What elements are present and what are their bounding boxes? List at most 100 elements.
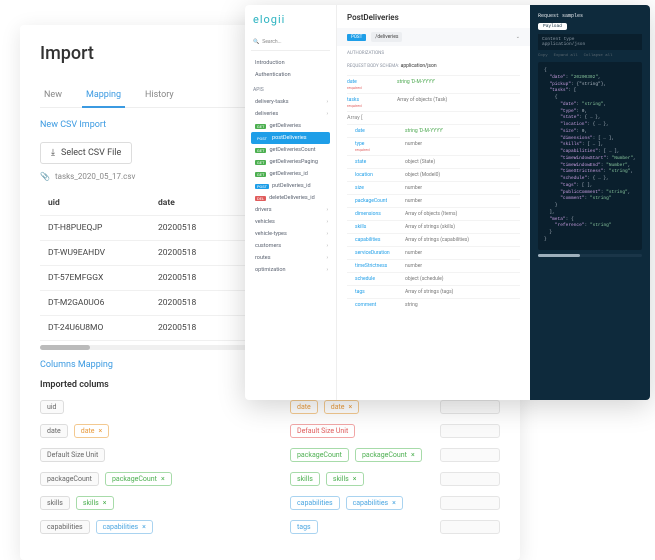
param-type: Array of objects (Items) [405,211,520,217]
tab-mapping[interactable]: Mapping [82,84,125,108]
nav-item-label: putDeliveries_id [272,183,311,189]
nav-authentication[interactable]: Authentication [251,69,330,81]
param-row: sizenumber [347,181,520,194]
nav-item-label: postDeliveries [272,135,307,141]
default-value-input[interactable] [440,520,500,534]
param-type: object (schedule) [405,276,520,282]
mapped-pill[interactable]: packageCount × [105,472,172,486]
param-name: skills [355,224,405,230]
chevron-right-icon: › [326,207,328,213]
nav-item-label: customers [255,243,281,249]
code-actions: Copy Expand all Collapse all [538,54,642,58]
remove-icon[interactable]: × [103,499,107,507]
default-value-input[interactable] [440,424,500,438]
param-name: tags [355,289,405,295]
map-pill[interactable]: Default Size Unit [290,424,355,438]
default-value-input[interactable] [440,400,500,414]
param-name: serviceDuration [355,250,405,256]
map-pill[interactable]: date × [324,400,360,414]
chevron-down-icon[interactable]: ⌄ [516,34,520,40]
param-name: size [355,185,405,191]
param-name: capabilities [355,237,405,243]
remove-icon[interactable]: × [353,475,357,483]
param-row: commentstring [347,298,520,311]
map-pill[interactable]: tags [290,520,318,534]
map-pill[interactable]: skills [290,472,320,486]
api-nav-item[interactable]: POSTputDeliveries_id [251,180,330,192]
api-nav-item[interactable]: vehicles› [251,216,330,228]
column-pill[interactable]: skills [40,496,70,510]
map-pill[interactable]: skills × [326,472,364,486]
column-pill[interactable]: packageCount [40,472,99,486]
select-csv-button[interactable]: ⤓ Select CSV File [40,142,132,164]
code-expand-all[interactable]: Expand all [554,54,578,58]
api-nav-item[interactable]: GETgetDeliveries [251,120,330,132]
nav-item-label: getDeliveries_id [269,171,307,177]
api-nav-item[interactable]: POSTpostDeliveries [251,132,330,144]
column-pill[interactable]: uid [40,400,64,414]
mapped-pill[interactable]: capabilities × [96,520,153,534]
api-nav-item[interactable]: delivery-tasks› [251,96,330,108]
tab-history[interactable]: History [141,84,178,107]
map-pill[interactable]: capabilities × [346,496,403,510]
api-nav-item[interactable]: DELdeleteDeliveries_id [251,192,330,204]
nav-item-label: routes [255,255,271,261]
select-csv-label: Select CSV File [61,148,121,158]
api-nav-item[interactable]: drivers › [251,204,330,216]
api-nav-item[interactable]: deliveries› [251,108,330,120]
param-type: string [405,302,520,308]
api-nav-item[interactable]: GETgetDeliveries_id [251,168,330,180]
chevron-right-icon: › [326,231,328,237]
mapped-pill[interactable]: date × [74,424,110,438]
api-nav-item[interactable]: customers› [251,240,330,252]
api-nav-item[interactable]: optimization› [251,264,330,276]
imported-row: date date × [40,422,250,440]
map-pill[interactable]: packageCount × [355,448,422,462]
remove-icon[interactable]: × [142,523,146,531]
api-search[interactable]: 🔍 Search... [251,36,330,51]
search-icon: 🔍 [253,39,259,45]
code-content-type: Content type application/json [538,34,642,50]
column-pill[interactable]: Default Size Unit [40,448,105,462]
column-pill[interactable]: date [40,424,68,438]
map-pill[interactable]: packageCount [290,448,349,462]
code-collapse-all[interactable]: Collapse all [584,54,613,58]
column-pill[interactable]: capabilities [40,520,90,534]
nav-item-label: getDeliveriesPaging [269,159,318,165]
api-nav-item[interactable]: vehicle-types› [251,228,330,240]
api-logo: elogii [251,13,330,26]
imported-row: skills skills × [40,494,250,512]
table-header-date: date [150,191,240,215]
code-copy[interactable]: Copy [538,54,548,58]
api-nav-item[interactable]: routes› [251,252,330,264]
code-tabs: Payload [538,23,642,30]
code-scrollbar[interactable] [538,254,642,257]
mapped-pill[interactable]: skills × [76,496,114,510]
param-row: skillsArray of strings (skills) [347,220,520,233]
remove-icon[interactable]: × [392,499,396,507]
nav-item-label: drivers [255,207,272,213]
map-pill[interactable]: date [290,400,318,414]
default-value-input[interactable] [440,448,500,462]
api-sidebar: elogii 🔍 Search... Introduction Authenti… [245,5,337,400]
nav-introduction[interactable]: Introduction [251,57,330,69]
code-tab-payload[interactable]: Payload [538,23,567,30]
method-badge: POST [347,34,366,41]
remove-icon[interactable]: × [161,475,165,483]
map-pill[interactable]: capabilities [290,496,340,510]
remove-icon[interactable]: × [411,451,415,459]
default-value-input[interactable] [440,496,500,510]
param-row: tasksrequiredArray of objects (Task) [347,93,520,111]
tab-new[interactable]: New [40,84,66,107]
to-map-row: skills skills × [290,470,500,488]
table-header-uid: uid [40,191,150,215]
api-nav-item[interactable]: GETgetDeliveriesCount [251,144,330,156]
endpoint-path: /deliveries [371,32,402,42]
param-type: number [405,185,520,191]
remove-icon[interactable]: × [99,427,103,435]
api-nav-item[interactable]: GETgetDeliveriesPaging [251,156,330,168]
remove-icon[interactable]: × [349,403,353,411]
default-value-input[interactable] [440,472,500,486]
api-main: PostDeliveries POST /deliveries ⌄ AUTHOR… [337,5,530,400]
param-name: schedule [355,276,405,282]
